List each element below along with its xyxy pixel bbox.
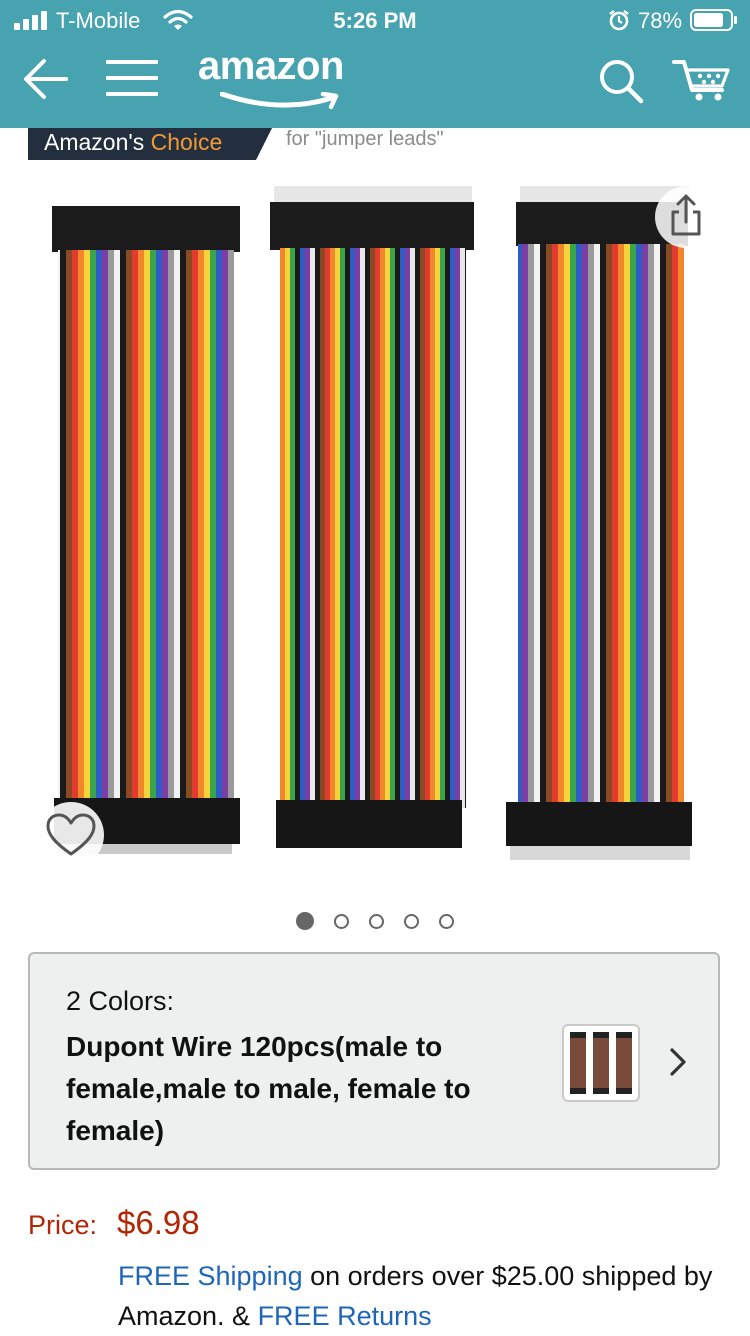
amazons-choice-row[interactable]: Amazon's Choice for "jumper leads" bbox=[0, 128, 750, 162]
choice-badge-text: Amazon's Choice bbox=[44, 129, 222, 156]
wishlist-button[interactable] bbox=[38, 802, 104, 868]
page-dot[interactable] bbox=[369, 913, 384, 929]
free-returns-link[interactable]: FREE Returns bbox=[258, 1301, 432, 1331]
variant-label: 2 Colors: bbox=[66, 986, 175, 1016]
product-image bbox=[52, 186, 692, 860]
choice-keyword: for "jumper leads" bbox=[286, 128, 444, 150]
variant-thumbnail bbox=[562, 1024, 640, 1102]
heart-icon bbox=[46, 813, 96, 856]
share-icon bbox=[671, 194, 701, 236]
amazons-choice-badge: Amazon's Choice bbox=[28, 128, 272, 160]
logo-smile-icon bbox=[220, 92, 339, 110]
logo-text: amazon bbox=[198, 44, 344, 88]
battery-icon bbox=[690, 9, 737, 31]
alarm-icon bbox=[609, 10, 629, 31]
page-dot[interactable] bbox=[296, 912, 314, 930]
shipping-info: FREE Shipping on orders over $25.00 ship… bbox=[118, 1256, 718, 1336]
free-shipping-link[interactable]: FREE Shipping bbox=[118, 1261, 303, 1291]
price-value: $6.98 bbox=[117, 1204, 200, 1241]
page-dot[interactable] bbox=[439, 913, 454, 929]
variant-name: Dupont Wire 120pcs(male to female,male t… bbox=[66, 1031, 471, 1146]
product-image-gallery[interactable] bbox=[0, 170, 750, 890]
chevron-right-icon bbox=[670, 1048, 686, 1076]
variant-selector[interactable]: 2 Colors: Dupont Wire 120pcs(male to fem… bbox=[28, 952, 720, 1170]
search-icon[interactable] bbox=[598, 58, 644, 104]
menu-icon[interactable] bbox=[106, 58, 158, 98]
cart-icon[interactable] bbox=[672, 56, 732, 102]
top-bar: T-Mobile 5:26 PM 78% amazon bbox=[0, 0, 750, 128]
battery-percent: 78% bbox=[638, 8, 683, 33]
page-dot[interactable] bbox=[334, 913, 349, 929]
image-pagination[interactable] bbox=[0, 912, 750, 934]
choice-badge-text-left: Amazon's bbox=[44, 129, 151, 155]
back-arrow-icon[interactable] bbox=[22, 58, 68, 100]
share-button[interactable] bbox=[655, 186, 717, 248]
choice-badge-text-right: Choice bbox=[150, 129, 223, 155]
page-dot[interactable] bbox=[404, 913, 419, 929]
status-bar: T-Mobile 5:26 PM 78% bbox=[0, 0, 750, 40]
price-label: Price: bbox=[28, 1210, 98, 1240]
amazon-logo[interactable]: amazon bbox=[198, 44, 374, 110]
